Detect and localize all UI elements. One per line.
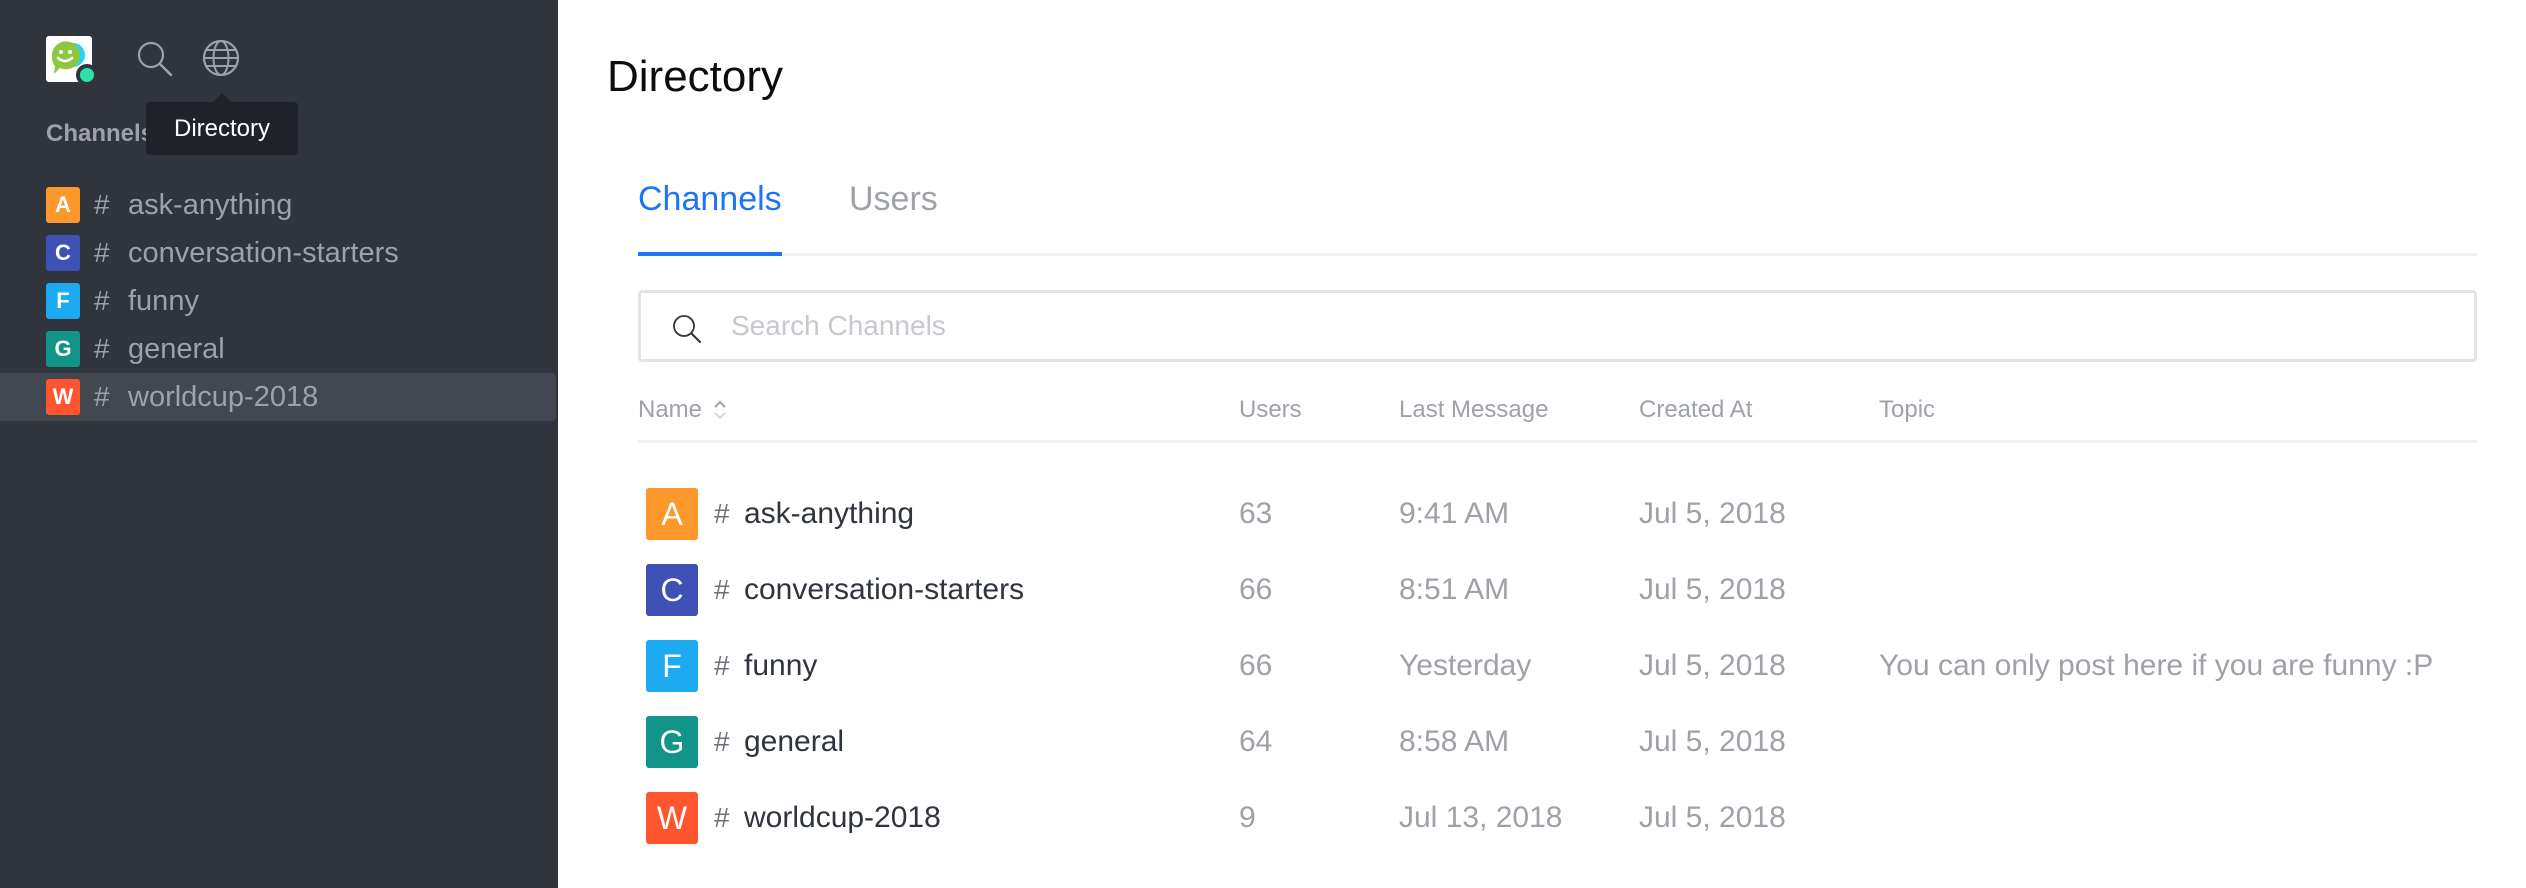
channel-avatar: C [46,235,80,271]
channel-avatar: W [46,379,80,415]
column-header-name[interactable]: Name [638,396,728,424]
directory-tooltip: Directory [146,93,298,155]
channel-name: ask-anything [744,497,915,530]
column-header-created-at[interactable]: Created At [1639,396,1752,424]
directory-button[interactable] [201,38,241,78]
column-header-last-message[interactable]: Last Message [1399,396,1548,424]
channel-avatar: A [646,488,698,540]
sidebar-item-label: ask-anything [128,188,293,221]
tab-users[interactable]: Users [849,180,938,256]
topic: You can only post here if you are funny … [1879,649,2434,682]
search-icon [137,41,173,77]
channel-avatar: F [46,283,80,319]
created-at: Jul 5, 2018 [1639,649,1786,682]
users-count: 64 [1239,725,1273,758]
channel-name: worldcup-2018 [744,801,941,834]
last-message: Jul 13, 2018 [1399,801,1563,834]
table-row[interactable]: C # conversation-starters 66 8:51 AM Jul… [638,552,2477,628]
users-count: 66 [1239,573,1273,606]
sort-icon [714,400,726,420]
directory-page: Directory Channels Users Name Users Last… [558,0,2526,888]
sidebar-item-label: worldcup-2018 [128,380,319,413]
hash-icon: # [714,650,730,681]
sidebar-channel-list: A # ask-anything C # conversation-starte… [0,181,558,421]
column-header-users[interactable]: Users [1239,396,1302,424]
sidebar-item-ask-anything[interactable]: A # ask-anything [0,181,558,229]
table-row[interactable]: A # ask-anything 63 9:41 AM Jul 5, 2018 [638,476,2477,552]
channel-avatar: G [46,331,80,367]
sidebar-item-label: conversation-starters [128,236,399,269]
channel-avatar: F [646,640,698,692]
search-channels-input[interactable] [731,293,2431,359]
users-count: 9 [1239,801,1256,834]
app-logo[interactable] [46,36,98,86]
channel-avatar: A [46,187,80,223]
table-header: Name Users Last Message Created At Topic [638,390,2477,443]
users-count: 63 [1239,497,1273,530]
channels-section-title: Channels [46,120,155,147]
channel-avatar: W [646,792,698,844]
last-message: 9:41 AM [1399,497,1510,530]
created-at: Jul 5, 2018 [1639,801,1786,834]
sidebar-item-funny[interactable]: F # funny [0,277,558,325]
channel-name-cell: G # general [646,704,844,780]
channel-avatar: G [646,716,698,768]
sidebar-item-label: general [128,332,225,365]
last-message: 8:58 AM [1399,725,1510,758]
channel-name-cell: F # funny [646,628,817,704]
last-message: Yesterday [1399,649,1532,682]
created-at: Jul 5, 2018 [1639,573,1786,606]
users-count: 66 [1239,649,1273,682]
channel-name: funny [744,649,818,682]
table-row[interactable]: W # worldcup-2018 9 Jul 13, 2018 Jul 5, … [638,780,2477,856]
hash-icon: # [714,802,730,833]
hash-icon: # [94,333,110,364]
hash-icon: # [94,381,110,412]
table-row[interactable]: F # funny 66 Yesterday Jul 5, 2018 You c… [638,628,2477,704]
hash-icon: # [94,237,110,268]
created-at: Jul 5, 2018 [1639,725,1786,758]
hash-icon: # [94,189,110,220]
created-at: Jul 5, 2018 [1639,497,1786,530]
channel-name: conversation-starters [744,573,1025,606]
hash-icon: # [714,726,730,757]
sidebar: Channels A # ask-anything C # conversati… [0,0,558,888]
channel-avatar: C [646,564,698,616]
hash-icon: # [94,285,110,316]
sidebar-item-conversation-starters[interactable]: C # conversation-starters [0,229,558,277]
channel-name-cell: A # ask-anything [646,476,914,552]
column-header-topic: Topic [1879,396,1936,423]
search-button[interactable] [134,38,174,78]
search-icon [673,315,701,343]
hash-icon: # [714,574,730,605]
tab-channels[interactable]: Channels [638,180,782,256]
globe-icon [202,39,240,77]
channel-table-body: A # ask-anything 63 9:41 AM Jul 5, 2018 … [638,476,2477,856]
channel-name-cell: W # worldcup-2018 [646,780,941,856]
table-row[interactable]: G # general 64 8:58 AM Jul 5, 2018 [638,704,2477,780]
online-status-indicator [76,64,98,86]
sidebar-item-worldcup-2018[interactable]: W # worldcup-2018 [0,373,556,421]
directory-tabs: Channels Users [638,170,2477,256]
sidebar-item-general[interactable]: G # general [0,325,558,373]
last-message: 8:51 AM [1399,573,1510,606]
page-title: Directory [607,52,784,101]
column-header-label: Name [638,396,703,423]
sidebar-item-label: funny [128,284,199,317]
search-channels-field[interactable] [638,290,2477,362]
channel-name-cell: C # conversation-starters [646,552,1024,628]
channel-name: general [744,725,845,758]
hash-icon: # [714,498,730,529]
